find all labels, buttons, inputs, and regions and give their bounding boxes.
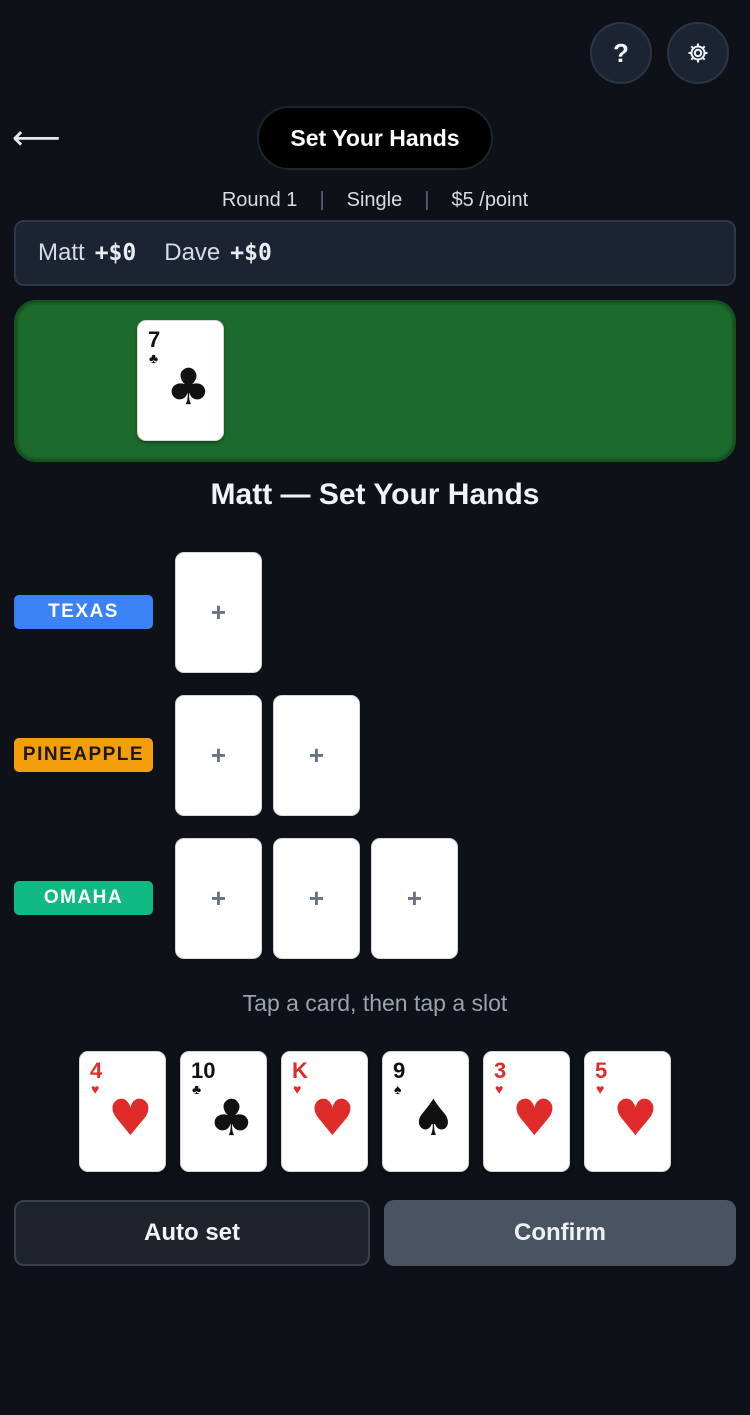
page-title: Set Your Hands	[257, 106, 493, 170]
card-suit-small: ♣	[192, 1081, 202, 1097]
plus-icon: +	[308, 883, 325, 913]
hand-label-pineapple: PINEAPPLE	[14, 738, 153, 772]
heart-icon: ♥	[613, 1089, 658, 1147]
board-felt: 7 ♣ ♣	[14, 300, 736, 462]
card-slot[interactable]: +	[371, 838, 458, 959]
plus-icon: +	[406, 883, 423, 913]
heart-icon: ♥	[108, 1089, 153, 1147]
plus-icon: +	[210, 740, 227, 770]
card-suit-small: ♠	[394, 1081, 402, 1097]
card-rank: 10	[191, 1058, 216, 1083]
club-icon: ♣	[166, 358, 211, 416]
club-icon: ♣	[209, 1089, 254, 1147]
card-rank: 9	[393, 1058, 406, 1083]
spade-icon: ♠	[411, 1089, 456, 1147]
heart-icon: ♥	[512, 1089, 557, 1147]
player-heading: Matt — Set Your Hands	[210, 478, 540, 511]
card-slot[interactable]: +	[175, 838, 262, 959]
help-button[interactable]: ?	[590, 22, 652, 84]
plus-icon: +	[210, 597, 227, 627]
card-rank: 4	[90, 1058, 103, 1083]
card-rank: K	[292, 1058, 308, 1083]
help-icon: ?	[613, 37, 629, 68]
hand-label-texas: TEXAS	[14, 595, 153, 629]
gear-icon	[688, 43, 708, 63]
card-rank: 3	[494, 1058, 507, 1083]
hand-card[interactable]: 5 ♥ ♥	[584, 1051, 671, 1172]
card-suit-small: ♥	[293, 1081, 302, 1097]
hint-text: Tap a card, then tap a slot	[242, 990, 508, 1016]
heart-icon: ♥	[310, 1089, 355, 1147]
player-score: +$0	[94, 240, 137, 266]
hand-label-omaha: OMAHA	[14, 881, 153, 915]
hand-card[interactable]: 10 ♣ ♣	[180, 1051, 267, 1172]
stake-label: $5 /point	[451, 188, 529, 211]
card-suit-small: ♥	[596, 1081, 605, 1097]
board-card: 7 ♣ ♣	[137, 320, 224, 441]
card-suit-small: ♥	[495, 1081, 504, 1097]
game-info-row: Round 1 | Single | $5 /point	[0, 185, 750, 215]
card-slot[interactable]: +	[175, 695, 262, 816]
mode-label: Single	[346, 188, 403, 211]
card-rank: 7	[148, 327, 161, 352]
player-score: +$0	[230, 240, 272, 266]
card-slot[interactable]: +	[273, 838, 360, 959]
card-slot[interactable]: +	[273, 695, 360, 816]
back-button[interactable]: ⟵	[12, 118, 61, 158]
round-label: Round 1	[221, 188, 298, 211]
player-name: Dave	[164, 239, 221, 266]
hand-card[interactable]: K ♥ ♥	[281, 1051, 368, 1172]
card-suit-small: ♥	[91, 1081, 100, 1097]
arrow-left-icon: ⟵	[12, 118, 61, 158]
confirm-button[interactable]: Confirm	[384, 1200, 736, 1266]
plus-icon: +	[210, 883, 227, 913]
settings-button[interactable]	[667, 22, 729, 84]
hand-card[interactable]: 4 ♥ ♥	[79, 1051, 166, 1172]
card-slot[interactable]: +	[175, 552, 262, 673]
hand-card[interactable]: 9 ♠ ♠	[382, 1051, 469, 1172]
plus-icon: +	[308, 740, 325, 770]
card-suit-small: ♣	[149, 350, 159, 366]
hand-card[interactable]: 3 ♥ ♥	[483, 1051, 570, 1172]
separator: |	[319, 188, 325, 211]
auto-set-button[interactable]: Auto set	[14, 1200, 370, 1266]
score-bar: Matt +$0 Dave +$0	[14, 220, 736, 286]
player-name: Matt	[38, 239, 85, 266]
card-rank: 5	[595, 1058, 608, 1083]
separator: |	[424, 188, 430, 211]
